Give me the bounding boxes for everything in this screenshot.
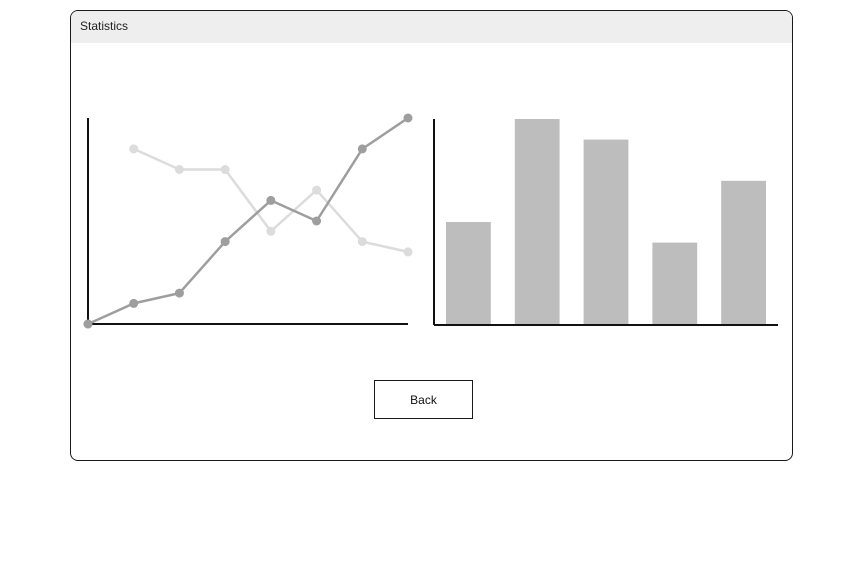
line-point (129, 298, 139, 308)
line-point (357, 144, 367, 154)
window-title: Statistics (80, 19, 129, 33)
line-point (403, 247, 413, 257)
bar (583, 139, 629, 325)
line-point (403, 113, 413, 123)
line-point (174, 165, 184, 174)
window-titlebar: Statistics (71, 11, 792, 43)
line-chart (83, 113, 413, 329)
line-point (220, 237, 230, 247)
line-point (83, 319, 93, 329)
bar-chart (433, 119, 778, 326)
line-point (357, 237, 367, 247)
line-point (312, 185, 322, 195)
statistics-window: Statistics Back (70, 10, 793, 461)
line-point (312, 216, 322, 226)
line-point (174, 288, 184, 298)
bar (514, 119, 560, 325)
line-point (266, 226, 276, 236)
bar (446, 222, 491, 325)
line-point (220, 165, 230, 174)
line-point (129, 144, 139, 154)
line-point (266, 195, 276, 205)
bar (721, 180, 766, 325)
bar (652, 242, 698, 325)
back-button[interactable]: Back (374, 380, 473, 419)
